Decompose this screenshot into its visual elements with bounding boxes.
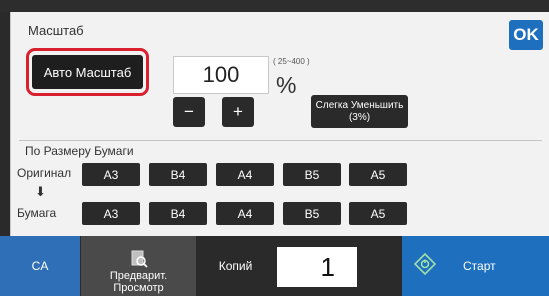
- top-frame: [0, 0, 549, 12]
- original-row-label: Оригинал: [17, 166, 72, 180]
- original-size-b5-button[interactable]: B5: [283, 163, 341, 186]
- ok-button[interactable]: OK: [509, 20, 543, 50]
- paper-size-section-label: По Размеру Бумаги: [25, 144, 134, 158]
- slightly-reduce-label: Слегка Уменьшить: [315, 99, 404, 111]
- original-size-a5-button[interactable]: A5: [349, 163, 407, 186]
- paper-row-label: Бумага: [17, 206, 57, 220]
- increase-button[interactable]: +: [222, 97, 254, 127]
- original-size-a4-button[interactable]: A4: [216, 163, 274, 186]
- original-size-a3-button[interactable]: A3: [82, 163, 140, 186]
- paper-size-b4-button[interactable]: B4: [149, 202, 207, 225]
- paper-size-a4-button[interactable]: A4: [216, 202, 274, 225]
- auto-scale-highlight: Авто Масштаб: [26, 48, 149, 96]
- slightly-reduce-percent: (3%): [348, 111, 371, 123]
- clear-all-button[interactable]: CA: [0, 236, 80, 296]
- down-arrow-icon: ⬇: [35, 184, 46, 199]
- decrease-button[interactable]: −: [173, 97, 205, 127]
- start-label: Старт: [463, 259, 496, 273]
- start-icon: [414, 253, 436, 275]
- percent-unit-label: %: [276, 72, 297, 98]
- paper-size-a5-button[interactable]: A5: [349, 202, 407, 225]
- panel-title: Масштаб: [28, 23, 84, 38]
- copies-label: Копий: [196, 236, 275, 296]
- section-divider: [19, 140, 542, 141]
- preview-icon: [131, 250, 148, 268]
- slightly-reduce-button[interactable]: Слегка Уменьшить (3%): [311, 95, 408, 128]
- preview-button[interactable]: Предварит. Просмотр: [81, 236, 196, 296]
- scale-percent-input[interactable]: 100: [173, 56, 269, 94]
- preview-label-line1: Предварит.: [109, 270, 168, 282]
- start-button[interactable]: Старт: [402, 236, 549, 296]
- copies-input[interactable]: 1: [277, 247, 357, 287]
- bottom-bar: CA Предварит. Просмотр Копий 1 Старт: [0, 236, 549, 296]
- original-size-b4-button[interactable]: B4: [149, 163, 207, 186]
- scale-range-label: ( 25~400 ): [273, 57, 310, 66]
- paper-size-a3-button[interactable]: A3: [82, 202, 140, 225]
- auto-scale-button[interactable]: Авто Масштаб: [32, 55, 143, 89]
- scale-panel: Масштаб OK Авто Масштаб 100 ( 25~400 ) %…: [10, 12, 549, 236]
- paper-size-b5-button[interactable]: B5: [283, 202, 341, 225]
- preview-label-line2: Просмотр: [113, 282, 164, 294]
